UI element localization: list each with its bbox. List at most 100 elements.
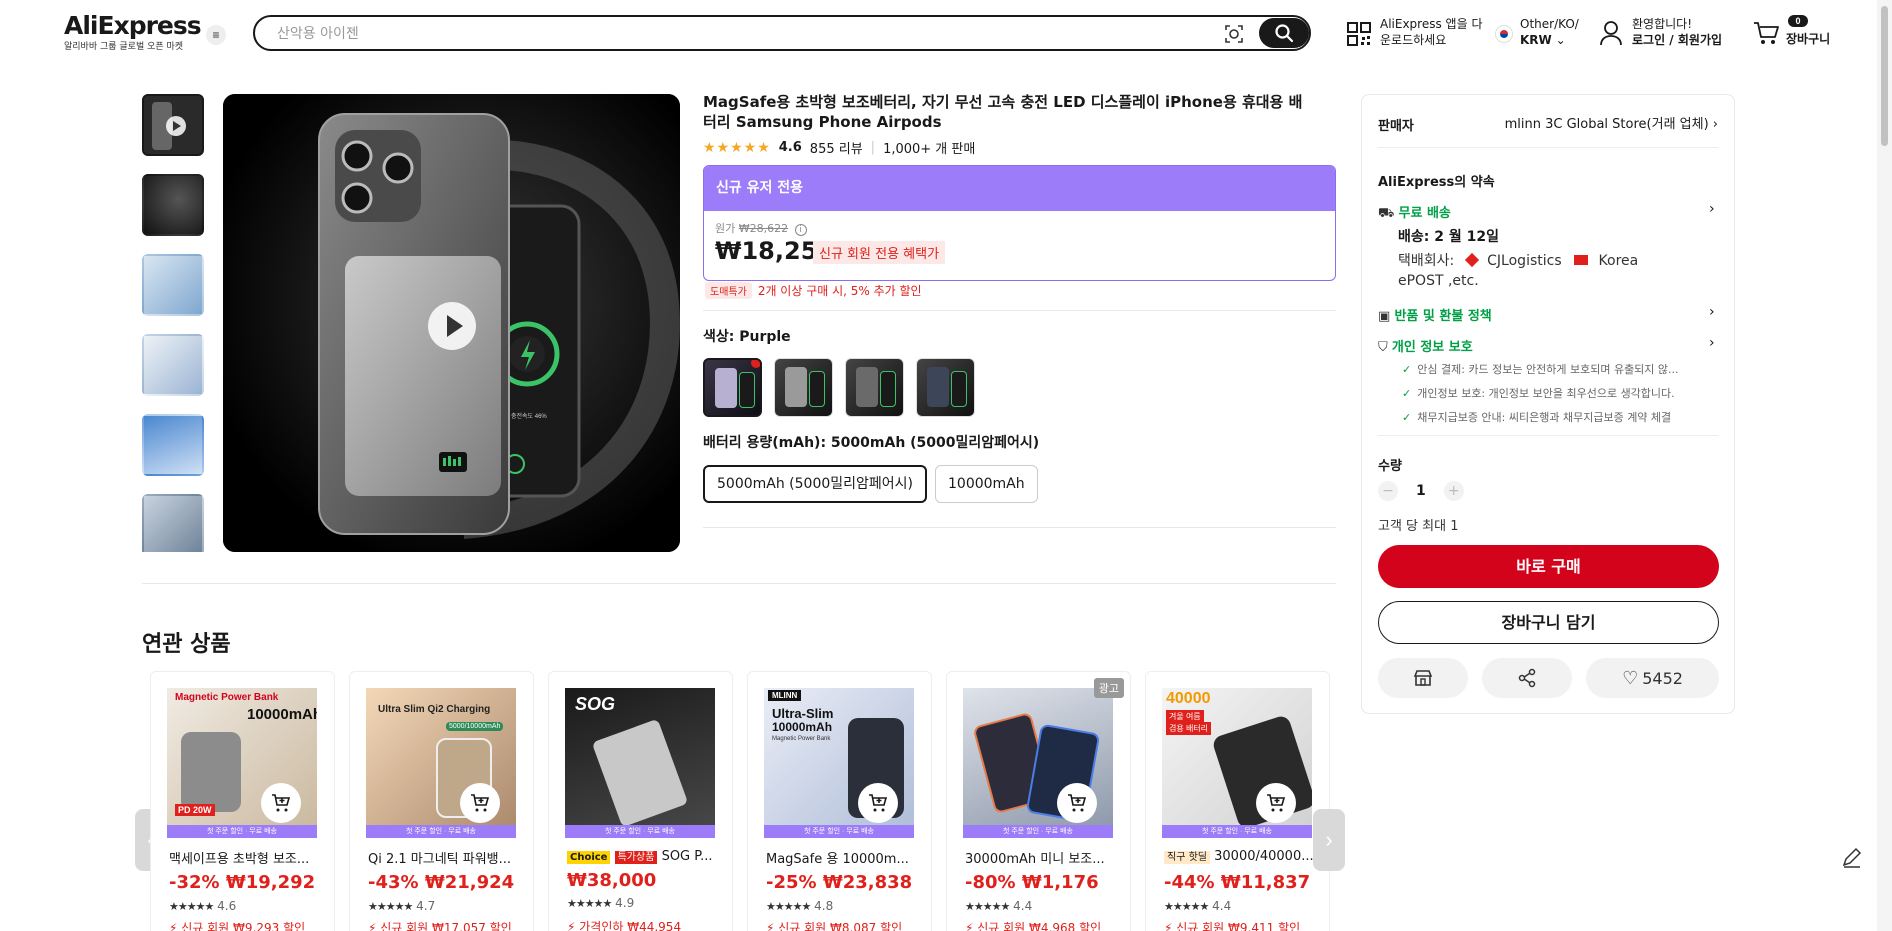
- chevron-down-icon: ⌄: [1555, 33, 1566, 47]
- chevron-right-icon[interactable]: ›: [1709, 335, 1715, 351]
- app-download-line1: AliExpress 앱을 다: [1380, 17, 1483, 31]
- account-link[interactable]: 환영합니다! 로그인 / 회원가입: [1632, 16, 1722, 48]
- product-card[interactable]: MLINN Ultra-Slim 10000mAh Magnetic Power…: [747, 671, 932, 931]
- cart-label[interactable]: 장바구니: [1786, 31, 1830, 47]
- quantity-minus-button[interactable]: −: [1378, 481, 1398, 501]
- direct-deal-tag: 직구 핫딜: [1164, 851, 1210, 864]
- product-card[interactable]: 첫 주문 할인 · 무료 배송 광고 30000mAh 미니 보조... -80…: [946, 671, 1131, 931]
- thumbnail-image[interactable]: [142, 414, 204, 476]
- seller-name: mlinn 3C Global Store(거래 업체): [1504, 117, 1709, 132]
- product-card-rating: ★★★★★ 4.7: [368, 899, 436, 913]
- add-to-cart-icon[interactable]: [261, 783, 301, 823]
- courier-info: 택배회사: CJLogistics Korea ePOST ,etc.: [1398, 252, 1639, 289]
- capacity-option-10000[interactable]: 10000mAh: [935, 465, 1038, 503]
- new-user-badge: 신규 회원 전용 혜택가: [813, 241, 946, 264]
- original-price: 원가 ₩28,622 i: [715, 220, 807, 236]
- buy-now-button[interactable]: 바로 구매: [1378, 545, 1719, 588]
- thumbnail-video[interactable]: [142, 94, 204, 156]
- product-card[interactable]: Magnetic Power Bank 10000mAh PD 20W 첫 주문…: [150, 671, 335, 931]
- cart-icon[interactable]: [1752, 20, 1780, 46]
- thumbnail-image[interactable]: [142, 494, 204, 552]
- quantity-stepper: − 1 +: [1378, 481, 1464, 501]
- region-currency-selector[interactable]: Other/KO/ KRW ⌄: [1520, 16, 1579, 48]
- qr-code-icon[interactable]: [1346, 21, 1372, 47]
- menu-icon[interactable]: ≡: [206, 25, 226, 45]
- rating-row[interactable]: ★★★★★ 4.6 855 리뷰 | 1,000+ 개 판매: [703, 138, 976, 158]
- chevron-right-icon[interactable]: ›: [1709, 201, 1715, 217]
- sold-count: 1,000+ 개 판매: [883, 142, 976, 157]
- add-to-cart-icon[interactable]: [858, 783, 898, 823]
- related-products-title: 연관 상품: [142, 632, 231, 657]
- product-card[interactable]: Ultra Slim Qi2 Charging 5000/10000mAh 첫 …: [349, 671, 534, 931]
- color-label: 색상: Purple: [703, 329, 791, 345]
- color-option[interactable]: [845, 358, 904, 417]
- product-card-promo: ⚡ 신규 회원 ₩9,411 할인: [1164, 921, 1301, 931]
- quantity-plus-button[interactable]: +: [1443, 481, 1464, 501]
- add-to-cart-icon[interactable]: [1057, 783, 1097, 823]
- thumbnail-image[interactable]: [142, 254, 204, 316]
- chevron-right-icon[interactable]: ›: [1709, 304, 1715, 320]
- wishlist-count: 5452: [1642, 668, 1683, 688]
- add-to-cart-icon[interactable]: [460, 783, 500, 823]
- store-button[interactable]: [1378, 658, 1468, 698]
- aliexpress-logo[interactable]: AliExpress 알리바바 그룹 글로벌 오픈 마켓: [64, 12, 202, 53]
- quantity-limit: 고객 당 최대 1: [1378, 519, 1459, 534]
- product-card-image: SOG 첫 주문 할인 · 무료 배송: [565, 688, 715, 838]
- return-box-icon: ▣: [1378, 309, 1391, 324]
- rating-value: 4.6: [778, 140, 802, 155]
- shield-icon: ⛉: [1378, 340, 1388, 355]
- star-rating-icon: ★★★★★: [169, 900, 214, 913]
- thumbnail-image[interactable]: [142, 334, 204, 396]
- thumbnail-image[interactable]: [142, 174, 204, 236]
- edit-icon[interactable]: [1840, 845, 1864, 869]
- star-rating-icon: ★★★★★: [1164, 900, 1209, 913]
- product-card-name: 30000mAh 미니 보조...: [965, 852, 1105, 867]
- scrollbar-thumb[interactable]: [1881, 6, 1888, 146]
- product-card-price: -80% ₩1,176: [965, 872, 1099, 893]
- review-count[interactable]: 855 리뷰: [810, 138, 863, 157]
- quantity-value[interactable]: 1: [1416, 483, 1426, 499]
- color-option[interactable]: [916, 358, 975, 417]
- welcome-text: 환영합니다!: [1632, 17, 1693, 31]
- product-card-rating: ★★★★★ 4.4: [1164, 899, 1232, 913]
- star-rating-icon: ★★★★★: [965, 900, 1010, 913]
- product-card-promo: ⚡ 가격인하 ₩44,954: [567, 920, 682, 931]
- product-card-price: -32% ₩19,292: [169, 872, 316, 893]
- privacy-row[interactable]: ⛉ 개인 정보 보호: [1378, 336, 1473, 355]
- product-card-rating: ★★★★★ 4.8: [766, 899, 834, 913]
- carousel-next-button[interactable]: ›: [1313, 809, 1345, 871]
- page-scrollbar[interactable]: [1877, 0, 1892, 931]
- hot-icon: [751, 360, 760, 368]
- wishlist-button[interactable]: ♡ 5452: [1586, 658, 1719, 698]
- free-shipping-row[interactable]: ⛟ 무료 배송: [1378, 202, 1451, 223]
- product-card-name: 직구 핫딜 30000/40000...: [1164, 848, 1314, 864]
- cart-count-badge: 0: [1788, 15, 1808, 27]
- promise-title: AliExpress의 약속: [1378, 175, 1495, 190]
- product-card-price: -25% ₩23,838: [766, 872, 913, 893]
- currency-label: KRW: [1520, 33, 1552, 47]
- product-card-rating: ★★★★★ 4.6: [169, 899, 237, 913]
- color-option[interactable]: [774, 358, 833, 417]
- capacity-option-5000[interactable]: 5000mAh (5000밀리암페어시): [703, 465, 927, 503]
- bulk-discount: 도매특가 2개 이상 구매 시, 5% 추가 할인: [705, 282, 922, 299]
- main-product-image[interactable]: 충전속도 46%: [223, 94, 680, 552]
- product-card[interactable]: SOG 첫 주문 할인 · 무료 배송 Choice 특가상품 SOG P...…: [548, 671, 733, 931]
- search-input[interactable]: [277, 23, 1197, 45]
- seller-label: 판매자: [1378, 119, 1414, 134]
- search-button[interactable]: [1259, 18, 1309, 48]
- privacy-item: 개인정보 보호: 개인정보 보안을 최우선으로 생각합니다.: [1402, 385, 1674, 401]
- product-card[interactable]: 40000 겨울 여름 겸용 배터리 첫 주문 할인 · 무료 배송 직구 핫딜…: [1145, 671, 1330, 931]
- share-button[interactable]: [1482, 658, 1572, 698]
- image-search-icon[interactable]: [1223, 23, 1245, 45]
- add-to-cart-icon[interactable]: [1256, 783, 1296, 823]
- product-card-price: ₩38,000: [567, 870, 657, 891]
- add-to-cart-button[interactable]: 장바구니 담기: [1378, 601, 1719, 644]
- color-option-purple[interactable]: [703, 358, 762, 417]
- user-icon[interactable]: [1599, 20, 1623, 46]
- seller-link[interactable]: mlinn 3C Global Store(거래 업체) ›: [1503, 113, 1718, 132]
- info-icon[interactable]: i: [794, 224, 807, 236]
- app-download-link[interactable]: AliExpress 앱을 다 운로드하세요: [1380, 16, 1482, 48]
- store-icon: [1413, 670, 1433, 686]
- returns-row[interactable]: ▣ 반품 및 환불 정책: [1378, 305, 1492, 324]
- svg-text:충전속도 46%: 충전속도 46%: [511, 412, 547, 420]
